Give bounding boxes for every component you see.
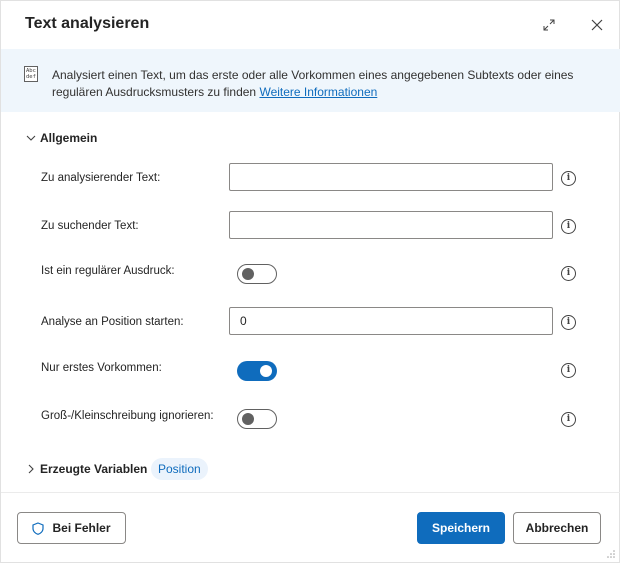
- info-icon[interactable]: i: [561, 412, 576, 427]
- info-icon[interactable]: i: [561, 171, 576, 186]
- start-position-label: Analyse an Position starten:: [41, 316, 184, 328]
- toggle-knob: [242, 268, 254, 280]
- is-regex-label: Ist ein regulärer Ausdruck:: [41, 265, 175, 277]
- text-to-find-input[interactable]: [229, 211, 553, 239]
- more-info-link[interactable]: Weitere Informationen: [259, 85, 377, 99]
- is-regex-toggle[interactable]: [237, 264, 277, 284]
- dialog: Text analysieren Abc def Analysiert eine…: [0, 0, 620, 563]
- ignore-case-toggle[interactable]: [237, 409, 277, 429]
- info-icon[interactable]: i: [561, 266, 576, 281]
- on-error-label: Bei Fehler: [52, 521, 111, 535]
- variable-pill[interactable]: Position: [151, 458, 208, 480]
- on-error-button[interactable]: Bei Fehler: [17, 512, 126, 544]
- dialog-title: Text analysieren: [25, 15, 150, 32]
- first-only-label: Nur erstes Vorkommen:: [41, 362, 162, 374]
- save-button[interactable]: Speichern: [417, 512, 505, 544]
- toggle-knob: [260, 365, 272, 377]
- first-only-toggle[interactable]: [237, 361, 277, 381]
- info-icon[interactable]: i: [561, 315, 576, 330]
- shield-icon: [32, 521, 45, 535]
- chevron-down-icon: [26, 135, 36, 141]
- text-to-find-label: Zu suchender Text:: [41, 220, 139, 232]
- info-icon[interactable]: i: [561, 219, 576, 234]
- ignore-case-label: Groß-/Kleinschreibung ignorieren:: [41, 410, 214, 422]
- banner-description: Analysiert einen Text, um das erste oder…: [52, 67, 592, 101]
- expand-icon: [543, 19, 555, 31]
- close-button[interactable]: [585, 13, 609, 37]
- text-to-parse-label: Zu analysierender Text:: [41, 172, 161, 184]
- toggle-knob: [242, 413, 254, 425]
- info-icon[interactable]: i: [561, 363, 576, 378]
- dialog-header: Text analysieren: [1, 1, 620, 49]
- footer-divider: [1, 492, 620, 493]
- section-variables-label: Erzeugte Variablen: [40, 462, 148, 476]
- text-parse-icon: Abc def: [24, 66, 38, 82]
- section-variables[interactable]: Erzeugte Variablen: [25, 462, 147, 476]
- section-general-label: Allgemein: [40, 131, 98, 145]
- cancel-button[interactable]: Abbrechen: [513, 512, 601, 544]
- start-position-input[interactable]: [229, 307, 553, 335]
- section-general[interactable]: Allgemein: [25, 131, 97, 145]
- text-to-parse-input[interactable]: [229, 163, 553, 191]
- info-banner: Abc def Analysiert einen Text, um das er…: [1, 49, 620, 112]
- chevron-right-icon: [28, 464, 34, 474]
- resize-grip-icon[interactable]: [606, 549, 616, 559]
- expand-button[interactable]: [537, 13, 561, 37]
- close-icon: [591, 19, 603, 31]
